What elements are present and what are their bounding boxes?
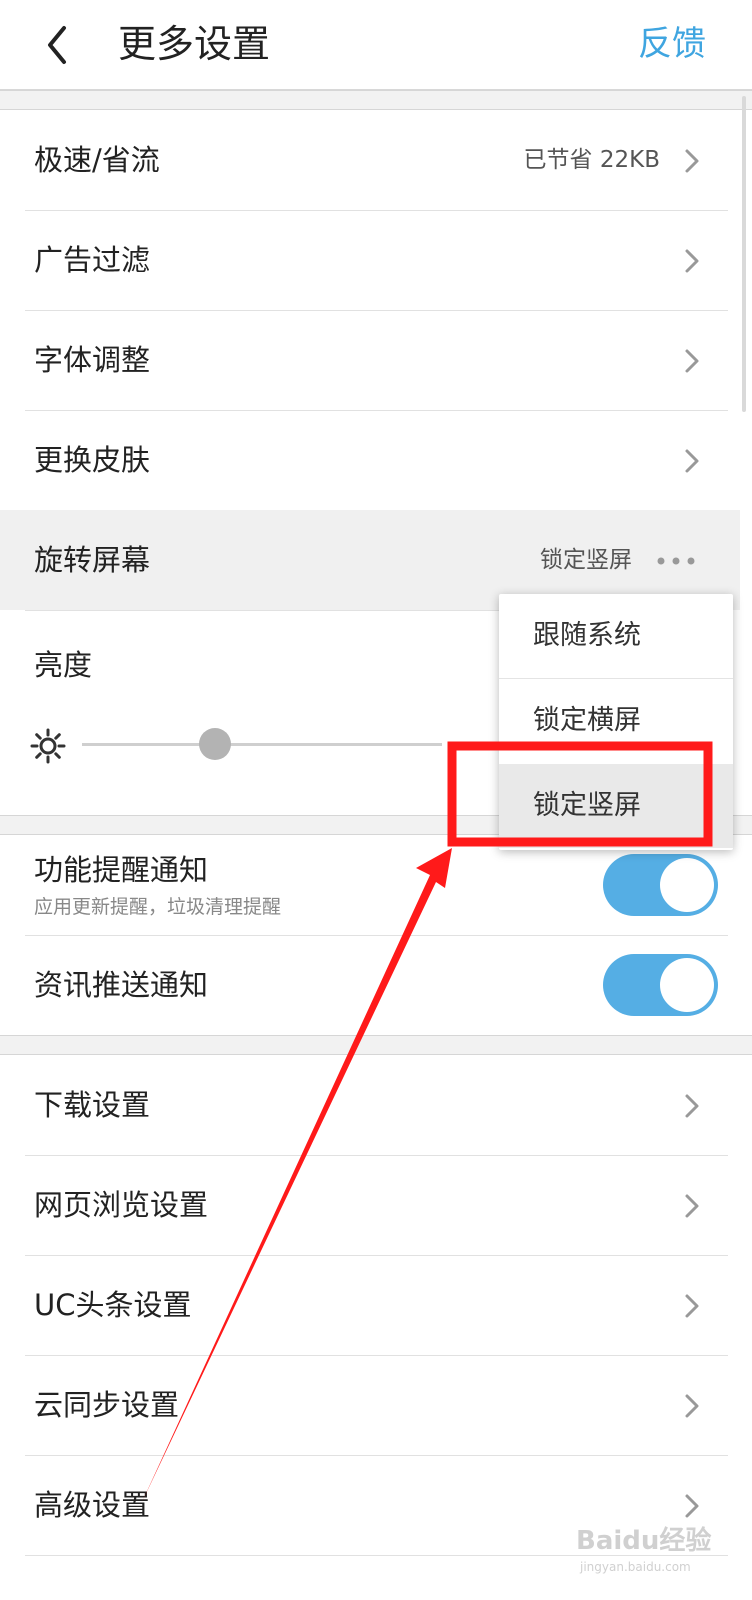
settings-row-speed[interactable]: 极速/省流 已节省 22KB bbox=[0, 110, 740, 210]
row-label: UC头条设置 bbox=[34, 1288, 192, 1322]
rotate-screen-menu: 跟随系统 锁定横屏 锁定竖屏 bbox=[499, 594, 733, 850]
row-label: 旋转屏幕 bbox=[34, 543, 151, 577]
row-label: 字体调整 bbox=[34, 343, 151, 377]
chevron-right-icon bbox=[685, 1194, 699, 1218]
feature-notification-toggle[interactable] bbox=[603, 854, 718, 916]
toggle-knob bbox=[660, 958, 714, 1012]
brightness-slider-thumb[interactable] bbox=[199, 728, 232, 760]
chevron-right-icon bbox=[685, 349, 699, 373]
page-title: 更多设置 bbox=[118, 22, 271, 66]
toggle-knob bbox=[660, 858, 714, 912]
chevron-right-icon bbox=[685, 149, 699, 173]
settings-row-skin[interactable]: 更换皮肤 bbox=[0, 410, 740, 510]
row-label: 下载设置 bbox=[34, 1088, 151, 1122]
feature-notification-sub: 应用更新提醒，垃圾清理提醒 bbox=[34, 896, 282, 918]
menu-item-lock-portrait[interactable]: 锁定竖屏 bbox=[499, 764, 733, 848]
menu-item-follow-system[interactable]: 跟随系统 bbox=[499, 594, 733, 678]
settings-row-uc-headlines[interactable]: UC头条设置 bbox=[0, 1255, 740, 1355]
watermark-logo: Baidu经验 bbox=[576, 1526, 712, 1556]
settings-row-ad-filter[interactable]: 广告过滤 bbox=[0, 210, 740, 310]
settings-row-cloud-sync[interactable]: 云同步设置 bbox=[0, 1355, 740, 1455]
brightness-slider-track[interactable] bbox=[82, 743, 442, 746]
row-value: 已节省 22KB bbox=[523, 147, 660, 173]
settings-row-browsing[interactable]: 网页浏览设置 bbox=[0, 1155, 740, 1255]
section-gap bbox=[0, 1035, 752, 1055]
chevron-right-icon bbox=[685, 449, 699, 473]
row-label: 资讯推送通知 bbox=[34, 968, 209, 1002]
chevron-right-icon bbox=[685, 1494, 699, 1518]
sun-icon bbox=[30, 728, 66, 764]
chevron-right-icon bbox=[685, 1394, 699, 1418]
row-label: 广告过滤 bbox=[34, 243, 151, 277]
scrollbar[interactable] bbox=[742, 96, 746, 412]
more-dots-icon[interactable] bbox=[656, 556, 696, 566]
chevron-right-icon bbox=[685, 249, 699, 273]
news-notification-toggle[interactable] bbox=[603, 954, 718, 1016]
row-label: 亮度 bbox=[34, 648, 93, 682]
watermark-url: jingyan.baidu.com bbox=[580, 1560, 691, 1574]
chevron-left-icon[interactable] bbox=[40, 22, 76, 68]
feature-notification-label: 功能提醒通知 bbox=[34, 853, 209, 887]
chevron-right-icon bbox=[685, 1294, 699, 1318]
app-header: 更多设置 反馈 bbox=[0, 0, 752, 90]
row-label: 高级设置 bbox=[34, 1488, 151, 1522]
row-label: 网页浏览设置 bbox=[34, 1188, 209, 1222]
menu-item-lock-landscape[interactable]: 锁定横屏 bbox=[499, 679, 733, 763]
row-label: 云同步设置 bbox=[34, 1388, 180, 1422]
settings-row-download[interactable]: 下载设置 bbox=[0, 1055, 740, 1155]
settings-row-font[interactable]: 字体调整 bbox=[0, 310, 740, 410]
row-label: 更换皮肤 bbox=[34, 443, 151, 477]
feedback-button[interactable]: 反馈 bbox=[638, 14, 706, 74]
chevron-right-icon bbox=[685, 1094, 699, 1118]
row-label: 极速/省流 bbox=[34, 143, 160, 177]
section-gap bbox=[0, 90, 752, 110]
